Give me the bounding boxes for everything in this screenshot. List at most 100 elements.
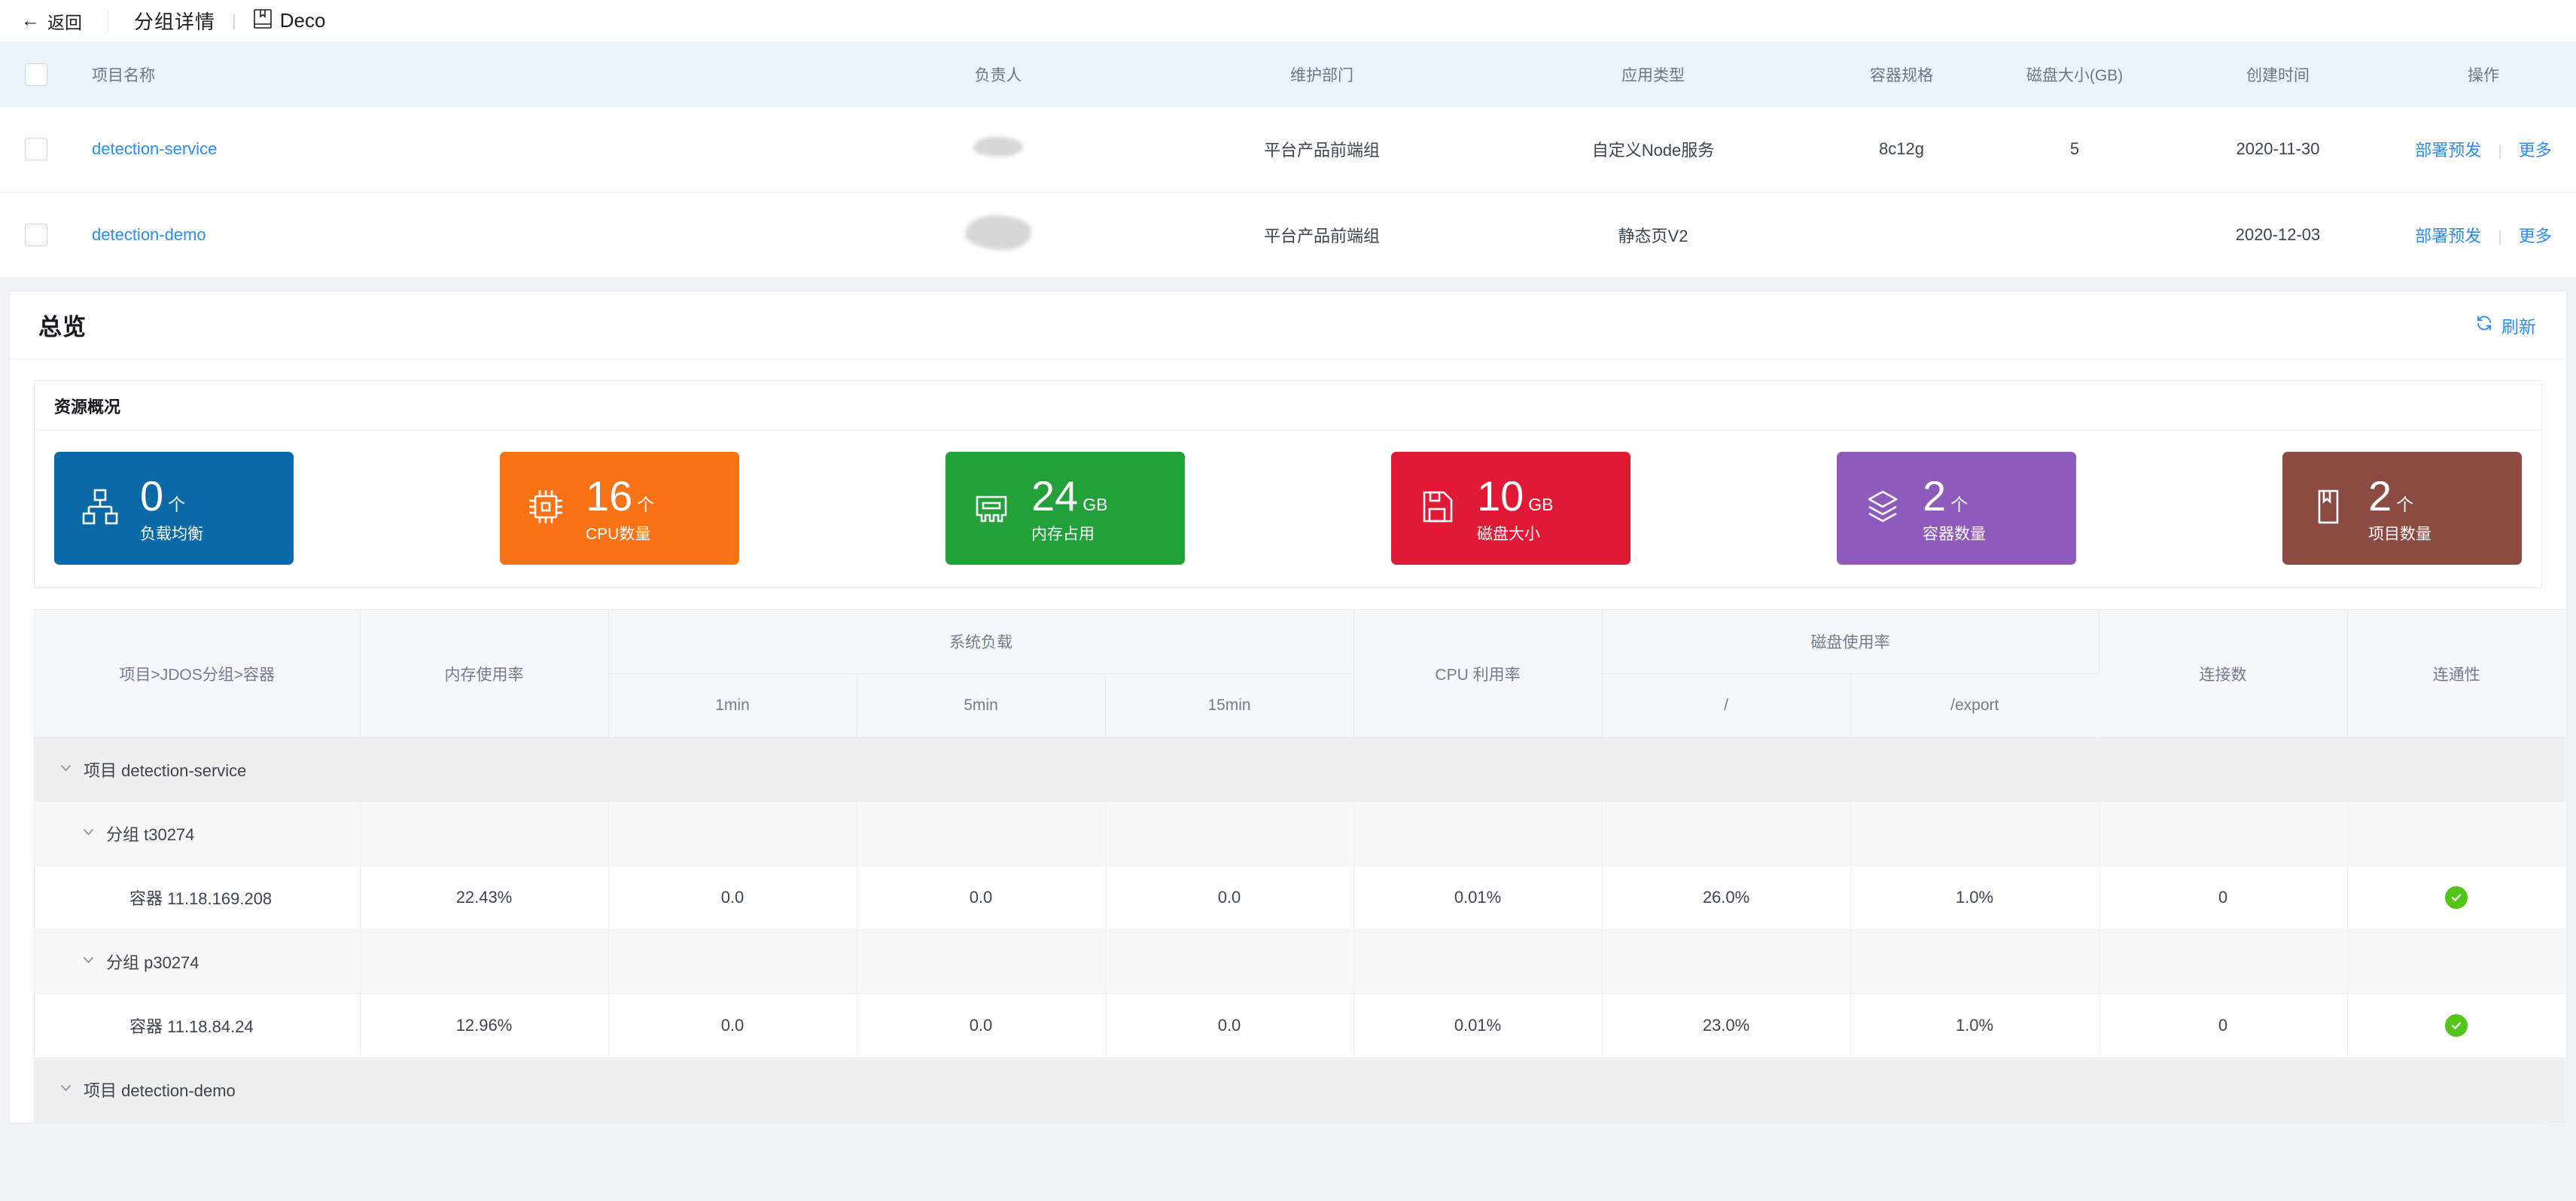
back-button[interactable]: ← 返回 bbox=[21, 8, 82, 34]
resource-card-memory[interactable]: 24 GB 内存占用 bbox=[945, 452, 1185, 565]
row-checkbox[interactable] bbox=[25, 138, 47, 161]
metrics-table-body: 项目 detection-service 分组 t30274 容器 11.18.… bbox=[35, 737, 2566, 1122]
col-load-1min: 1min bbox=[608, 673, 857, 738]
resource-card-value-row: 0 个 bbox=[140, 474, 203, 517]
col-container-spec: 容器规格 bbox=[1870, 67, 1933, 84]
connectivity-cell bbox=[2347, 801, 2566, 866]
resource-card-value: 2 bbox=[2368, 471, 2392, 520]
resource-card-label: 磁盘大小 bbox=[1477, 525, 1540, 543]
resource-card-projects[interactable]: 2 个 项目数量 bbox=[2282, 452, 2522, 565]
resource-card-value: 16 bbox=[586, 471, 633, 520]
project-name-link[interactable]: detection-service bbox=[92, 139, 217, 158]
connections-cell: 0 bbox=[2099, 993, 2348, 1058]
resource-card-value-row: 16 个 bbox=[586, 471, 655, 520]
owner-redacted bbox=[965, 215, 1031, 250]
select-all-header bbox=[0, 42, 72, 107]
owner-cell bbox=[840, 107, 1156, 193]
project-table: 项目名称 负责人 维护部门 应用类型 容器规格 磁盘大小(GB) 创建时间 操作… bbox=[0, 42, 2576, 277]
load-15min-cell bbox=[1105, 929, 1354, 994]
load-1min-cell: 0.0 bbox=[608, 993, 857, 1058]
load-1min-cell bbox=[608, 1057, 857, 1122]
deco-entry[interactable]: Deco bbox=[253, 8, 325, 33]
resource-card-list: 0 个 负载均衡 16 个 CPU数量 24 GB 内存占用 10 GB 磁盘大… bbox=[35, 431, 2541, 587]
project-name-cell: detection-service bbox=[72, 107, 840, 193]
connectivity-cell bbox=[2347, 929, 2566, 994]
tree-node[interactable]: 容器 11.18.169.208 bbox=[39, 886, 355, 910]
layers-icon bbox=[1862, 486, 1903, 531]
table-row: 容器 11.18.169.208 22.43% 0.0 0.0 0.0 0.01… bbox=[35, 865, 2566, 930]
resource-card-unit: 个 bbox=[637, 494, 655, 514]
col-system-load: 系统负载 bbox=[608, 609, 1354, 674]
resource-overview-title: 资源概况 bbox=[35, 381, 2541, 431]
tree-node[interactable]: 项目 detection-demo bbox=[39, 1078, 355, 1102]
project-table-header: 项目名称 负责人 维护部门 应用类型 容器规格 磁盘大小(GB) 创建时间 操作 bbox=[0, 42, 2576, 107]
app-type-cell: 自定义Node服务 bbox=[1487, 107, 1819, 193]
refresh-button[interactable]: 刷新 bbox=[2475, 312, 2536, 338]
tree-node[interactable]: 分组 p30274 bbox=[39, 950, 355, 974]
resource-card-text: 16 个 CPU数量 bbox=[586, 471, 655, 542]
chevron-down-icon[interactable] bbox=[59, 1080, 73, 1099]
resource-card-unit: GB bbox=[1528, 494, 1554, 514]
refresh-icon bbox=[2475, 314, 2493, 337]
metrics-table-wrapper: 项目>JDOS分组>容器 内存使用率 系统负载 CPU 利用率 磁盘使用率 连接… bbox=[34, 609, 2566, 1123]
load-1min-cell: 0.0 bbox=[608, 865, 857, 930]
resource-card-load-balancer[interactable]: 0 个 负载均衡 bbox=[54, 452, 294, 565]
deploy-preview-button[interactable]: 部署预发 bbox=[2415, 141, 2481, 160]
app-type-cell: 静态页V2 bbox=[1618, 226, 1688, 245]
cpu-icon bbox=[525, 486, 566, 531]
spec-cell: 8c12g bbox=[1819, 107, 1984, 193]
disk-root-cell bbox=[1602, 801, 1851, 866]
load-1min-cell bbox=[608, 737, 857, 802]
cpu-cell: 0.01% bbox=[1353, 865, 1603, 930]
memory-cell bbox=[360, 801, 609, 866]
resource-card-value-row: 10 GB bbox=[1477, 471, 1554, 520]
overview-panel: 总览 刷新 资源概况 0 个 负载均衡 16 个 CPU数量 24 GB 内存占… bbox=[9, 291, 2567, 1123]
row-select-cell bbox=[0, 192, 72, 277]
action-separator: | bbox=[2498, 143, 2502, 160]
chevron-down-icon[interactable] bbox=[81, 824, 96, 843]
more-actions-button[interactable]: 更多 bbox=[2519, 227, 2552, 245]
resource-card-disk[interactable]: 10 GB 磁盘大小 bbox=[1391, 452, 1631, 565]
refresh-label: 刷新 bbox=[2501, 316, 2536, 337]
tree-node[interactable]: 项目 detection-service bbox=[39, 757, 355, 782]
tree-node-label: 容器 11.18.84.24 bbox=[129, 1017, 254, 1036]
metrics-table: 项目>JDOS分组>容器 内存使用率 系统负载 CPU 利用率 磁盘使用率 连接… bbox=[35, 609, 2566, 1122]
memory-cell bbox=[360, 929, 609, 994]
load-5min-cell: 0.0 bbox=[857, 865, 1106, 930]
disk-root-cell: 23.0% bbox=[1602, 993, 1851, 1058]
memory-cell bbox=[360, 737, 609, 802]
more-actions-button[interactable]: 更多 bbox=[2519, 141, 2552, 160]
back-label: 返回 bbox=[47, 12, 82, 32]
resource-card-value: 10 bbox=[1477, 471, 1524, 520]
col-cpu-usage: CPU 利用率 bbox=[1353, 609, 1603, 738]
deploy-preview-button[interactable]: 部署预发 bbox=[2415, 227, 2481, 245]
row-checkbox[interactable] bbox=[25, 223, 47, 246]
disk-export-cell bbox=[1850, 929, 2099, 994]
col-app-type: 应用类型 bbox=[1621, 67, 1685, 84]
resource-card-unit: GB bbox=[1082, 494, 1108, 514]
cpu-cell bbox=[1353, 737, 1603, 802]
tree-node-label: 项目 detection-service bbox=[84, 761, 247, 780]
resource-card-unit: 个 bbox=[168, 494, 186, 514]
tree-cell: 分组 t30274 bbox=[35, 801, 361, 866]
chevron-down-icon[interactable] bbox=[81, 952, 96, 971]
disk-export-cell: 1.0% bbox=[1850, 993, 2099, 1058]
project-name-link[interactable]: detection-demo bbox=[92, 225, 206, 244]
resource-card-containers[interactable]: 2 个 容器数量 bbox=[1837, 452, 2076, 565]
tree-node[interactable]: 分组 t30274 bbox=[39, 821, 355, 846]
top-bar: ← 返回 分组详情 | Deco bbox=[0, 0, 2576, 42]
memory-icon bbox=[971, 486, 1012, 531]
resource-card-unit: 个 bbox=[1950, 494, 1969, 514]
cpu-cell bbox=[1353, 801, 1603, 866]
select-all-checkbox[interactable] bbox=[25, 63, 47, 86]
resource-card-value-row: 2 个 bbox=[1923, 474, 1986, 517]
resource-card-value: 24 bbox=[1031, 471, 1079, 520]
memory-cell: 12.96% bbox=[360, 993, 609, 1058]
resource-card-cpu[interactable]: 16 个 CPU数量 bbox=[500, 452, 739, 565]
load-5min-cell bbox=[857, 929, 1106, 994]
resource-card-text: 2 个 项目数量 bbox=[2368, 471, 2431, 542]
back-arrow-icon: ← bbox=[21, 10, 40, 31]
tree-node[interactable]: 容器 11.18.84.24 bbox=[39, 1014, 355, 1038]
metrics-table-header: 项目>JDOS分组>容器 内存使用率 系统负载 CPU 利用率 磁盘使用率 连接… bbox=[35, 609, 2566, 738]
chevron-down-icon[interactable] bbox=[59, 760, 73, 779]
